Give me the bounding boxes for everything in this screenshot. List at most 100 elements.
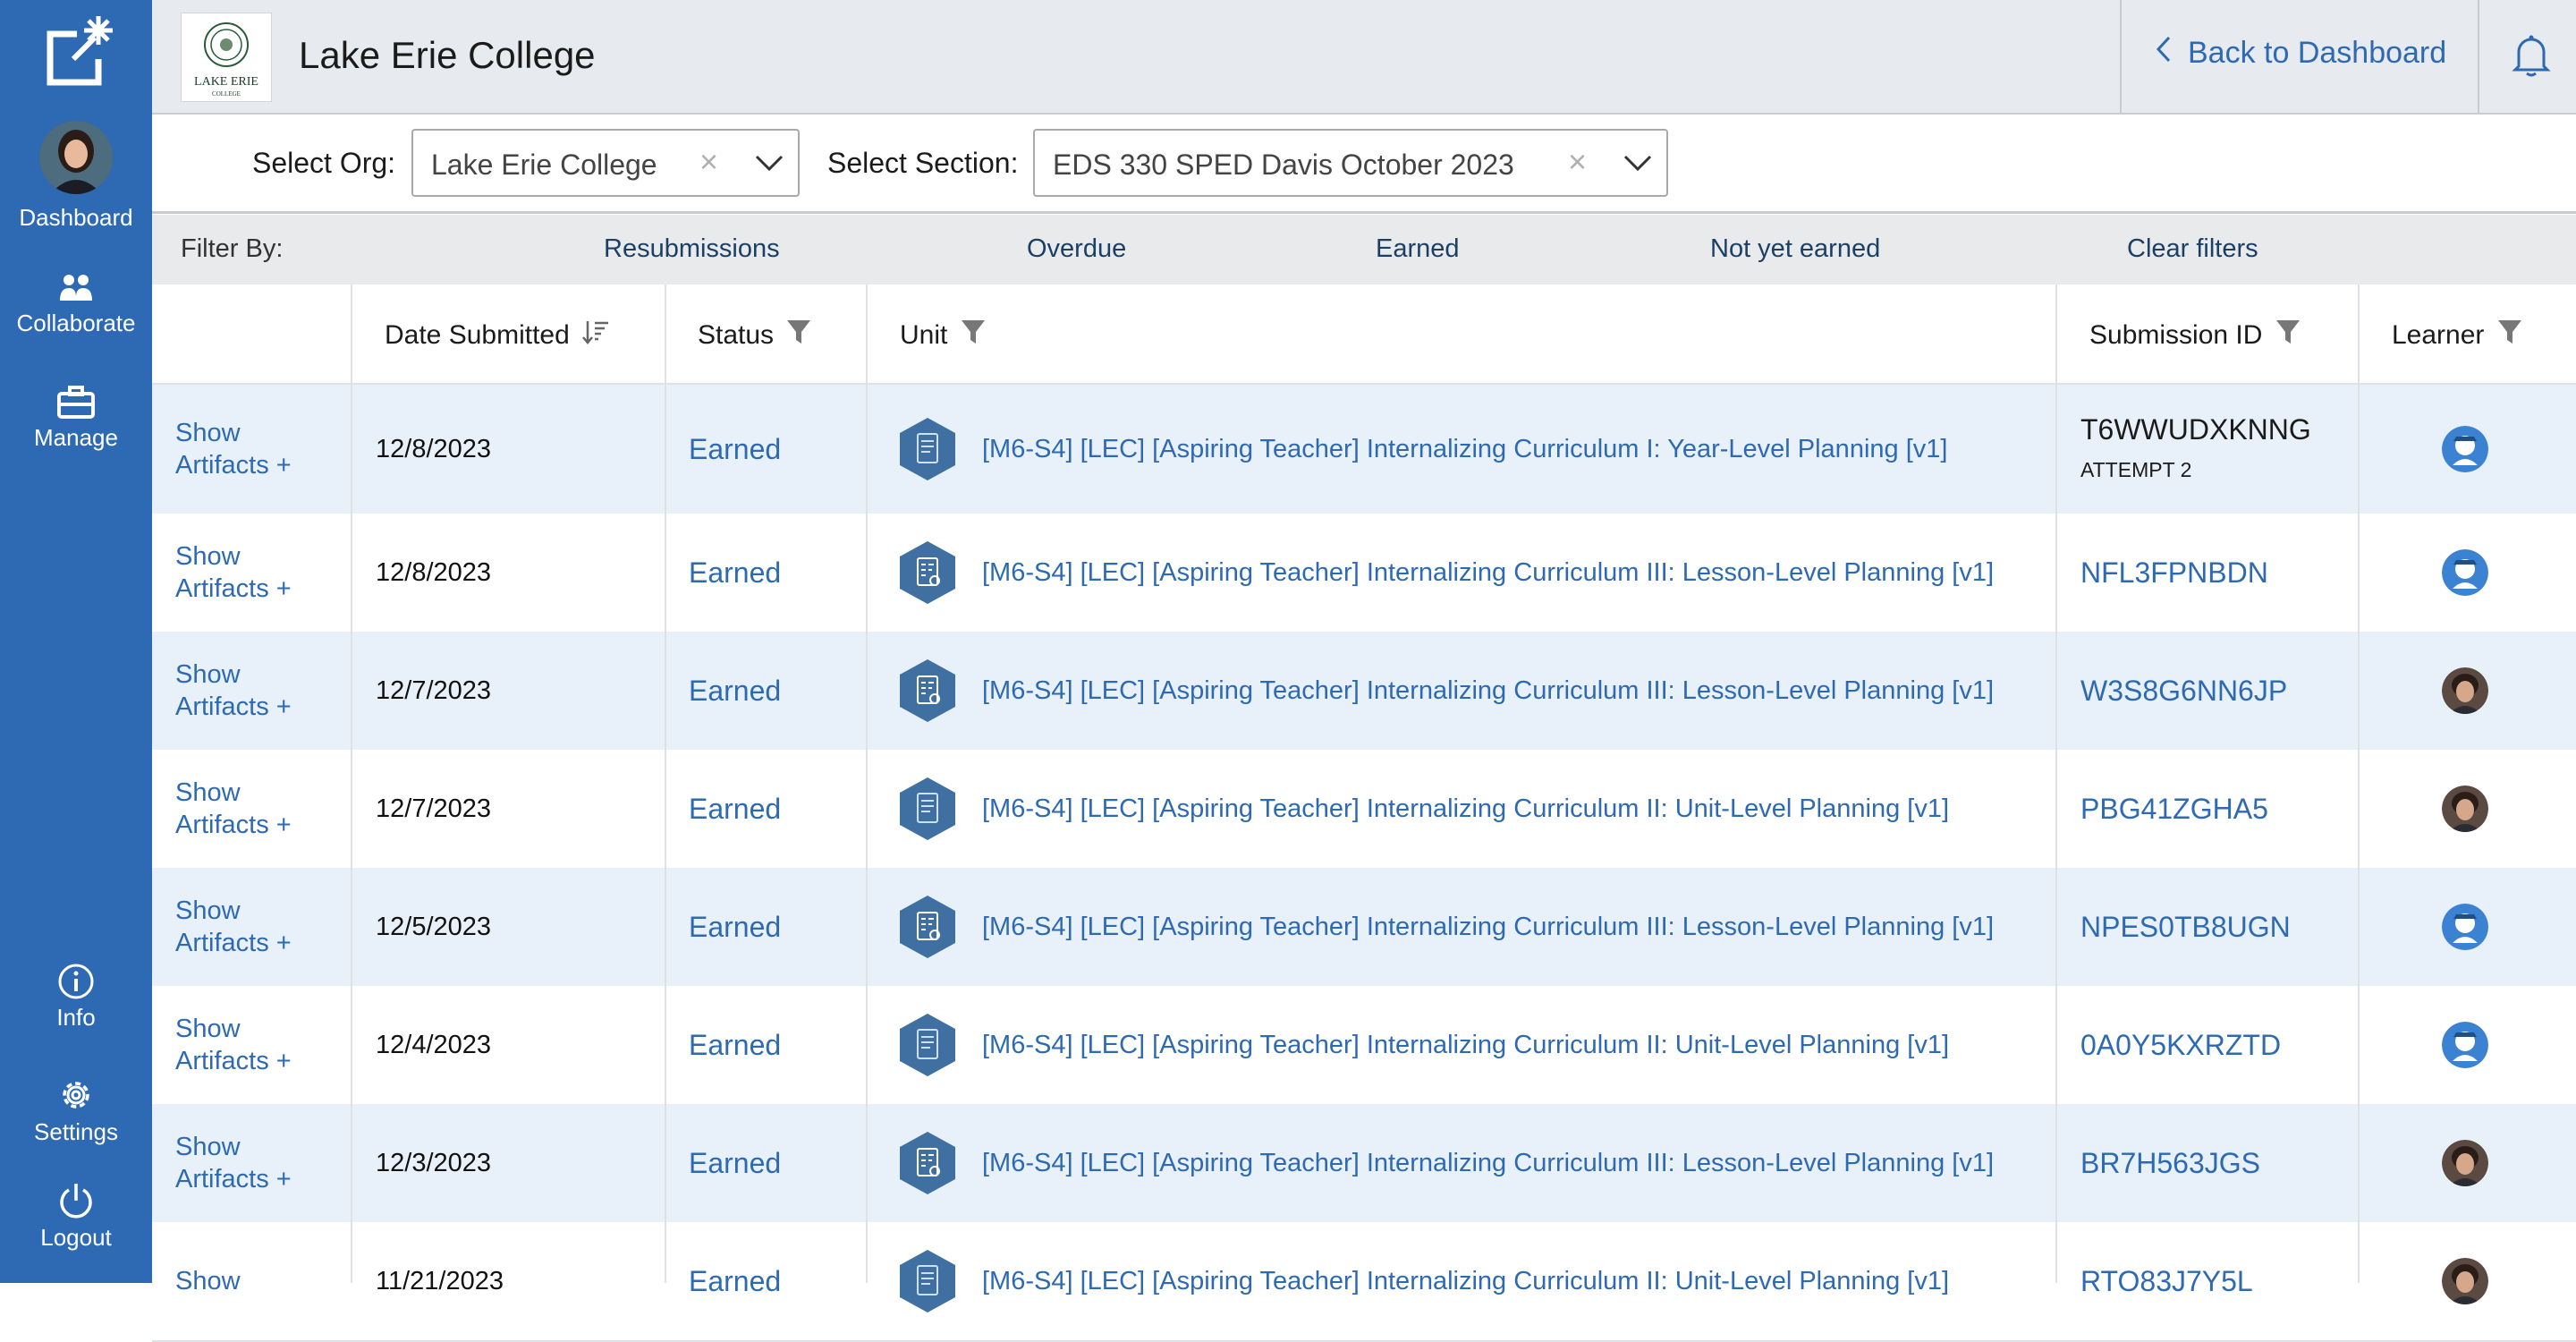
learner-avatar-icon[interactable] <box>2442 549 2488 596</box>
submission-id-link[interactable]: NFL3FPNBDN <box>2080 556 2268 590</box>
select-section-label: Select Section: <box>827 147 1019 179</box>
column-unit[interactable]: Unit <box>900 319 986 351</box>
learner-avatar[interactable] <box>2442 1258 2488 1304</box>
document-icon <box>898 416 957 482</box>
show-artifacts-link[interactable]: Show Artifacts + <box>175 777 318 841</box>
column-submission-id[interactable]: Submission ID <box>2089 319 2301 351</box>
sidebar-item-label: Logout <box>40 1224 112 1251</box>
submission-id-link[interactable]: W3S8G6NN6JP <box>2080 675 2287 708</box>
learner-avatar-icon[interactable] <box>2442 904 2488 950</box>
filter-resubmissions-button[interactable]: Resubmissions <box>604 234 780 264</box>
chevron-down-icon[interactable] <box>1623 154 1652 172</box>
clear-section-icon[interactable]: × <box>1568 143 1587 181</box>
clear-filters-button[interactable]: Clear filters <box>2127 234 2258 264</box>
show-artifacts-link[interactable]: Show Artifacts + <box>175 540 318 605</box>
status-badge: Earned <box>689 793 782 825</box>
sidebar-item-collaborate[interactable]: Collaborate <box>0 270 152 337</box>
filter-funnel-icon[interactable] <box>2275 319 2301 345</box>
filter-funnel-icon[interactable] <box>786 319 811 345</box>
column-divider <box>665 285 666 1283</box>
date-submitted: 12/3/2023 <box>376 1149 492 1177</box>
learner-avatar-icon[interactable] <box>2442 1022 2488 1068</box>
select-section-dropdown[interactable]: EDS 330 SPED Davis October 2023 × <box>1033 129 1668 197</box>
select-org-dropdown[interactable]: Lake Erie College × <box>411 129 800 197</box>
show-artifacts-link[interactable]: Show Artifacts + <box>175 1013 318 1077</box>
filter-earned-button[interactable]: Earned <box>1376 234 1460 264</box>
table-row: Show Artifacts + 12/3/2023 Earned [M6-S4] [… <box>152 1104 2576 1224</box>
column-date-submitted[interactable]: Date Submitted <box>385 319 609 351</box>
show-artifacts-link[interactable]: Show Artifacts + <box>175 1131 318 1195</box>
status-badge: Earned <box>689 911 782 943</box>
unit-link[interactable]: [M6-S4] [LEC] [Aspiring Teacher] Interna… <box>982 913 1994 942</box>
submission-id-link[interactable]: BR7H563JGS <box>2080 1147 2260 1180</box>
lesson-plan-icon <box>898 658 957 724</box>
back-to-dashboard-area: Back to Dashboard <box>2120 0 2479 113</box>
unit-link[interactable]: [M6-S4] [LEC] [Aspiring Teacher] Interna… <box>982 435 1947 464</box>
unit-link[interactable]: [M6-S4] [LEC] [Aspiring Teacher] Interna… <box>982 1149 1994 1178</box>
submission-id-link[interactable]: 0A0Y5KXRZTD <box>2080 1029 2281 1062</box>
submission-id-link[interactable]: PBG41ZGHA5 <box>2080 793 2268 826</box>
table-row: Show Artifacts + 12/8/2023 Earned [M6-S4] [… <box>152 385 2576 515</box>
back-to-dashboard-link[interactable]: Back to Dashboard <box>2156 36 2446 71</box>
show-artifacts-link[interactable]: Show Artifacts + <box>175 658 318 723</box>
date-submitted: 12/5/2023 <box>376 913 492 941</box>
sidebar-item-settings[interactable]: Settings <box>0 1075 152 1146</box>
table-header: Date Submitted Status Unit Submission ID… <box>152 285 2576 385</box>
app-logo-icon[interactable] <box>41 14 123 88</box>
chevron-left-icon <box>2156 36 2171 63</box>
people-icon <box>60 275 92 301</box>
sidebar-item-label: Collaborate <box>16 310 136 336</box>
column-label: Status <box>698 320 775 350</box>
chevron-down-icon[interactable] <box>755 154 784 172</box>
sidebar-item-manage[interactable]: Manage <box>0 385 152 452</box>
document-icon <box>898 1248 957 1314</box>
filter-overdue-button[interactable]: Overdue <box>1027 234 1126 264</box>
sort-desc-icon[interactable] <box>582 319 609 345</box>
unit-link[interactable]: [M6-S4] [LEC] [Aspiring Teacher] Interna… <box>982 676 1994 706</box>
info-icon <box>58 964 94 999</box>
show-artifacts-link[interactable]: Show <box>175 1265 318 1297</box>
select-org-label: Select Org: <box>252 147 396 179</box>
learner-avatar[interactable] <box>2442 667 2488 714</box>
briefcase-icon <box>57 386 95 419</box>
unit-link[interactable]: [M6-S4] [LEC] [Aspiring Teacher] Interna… <box>982 558 1994 588</box>
filter-by-label: Filter By: <box>181 234 284 263</box>
show-artifacts-link[interactable]: Show Artifacts + <box>175 895 318 959</box>
gear-icon <box>63 1082 89 1108</box>
status-badge: Earned <box>689 675 782 707</box>
filter-funnel-icon[interactable] <box>2497 319 2522 345</box>
learner-avatar-icon[interactable] <box>2442 426 2488 472</box>
show-artifacts-link[interactable]: Show Artifacts + <box>175 417 318 481</box>
clear-org-icon[interactable]: × <box>699 143 718 181</box>
status-badge: Earned <box>689 1265 782 1297</box>
column-divider <box>2358 285 2360 1283</box>
sidebar-item-label: Info <box>56 1004 96 1031</box>
select-section-value: EDS 330 SPED Davis October 2023 <box>1053 149 1514 181</box>
sidebar-item-info[interactable]: Info <box>0 963 152 1032</box>
sidebar-item-logout[interactable]: Logout <box>0 1181 152 1252</box>
learner-avatar[interactable] <box>2442 1140 2488 1186</box>
submission-id-link[interactable]: RTO83J7Y5L <box>2080 1265 2253 1298</box>
sidebar: Dashboard Collaborate Manage Info Settin… <box>0 0 152 1283</box>
date-submitted: 12/8/2023 <box>376 558 492 587</box>
unit-link[interactable]: [M6-S4] [LEC] [Aspiring Teacher] Interna… <box>982 1031 1949 1060</box>
lesson-plan-icon <box>898 1130 957 1196</box>
column-divider <box>2055 285 2057 1283</box>
filter-not-yet-earned-button[interactable]: Not yet earned <box>1710 234 1880 264</box>
learner-avatar[interactable] <box>2442 786 2488 832</box>
column-learner[interactable]: Learner <box>2392 319 2522 351</box>
column-status[interactable]: Status <box>698 319 811 351</box>
power-icon <box>60 1184 92 1219</box>
document-icon <box>898 776 957 842</box>
bell-icon[interactable] <box>2512 32 2551 77</box>
sidebar-item-dashboard[interactable]: Dashboard <box>0 204 152 232</box>
submission-id-link[interactable]: NPES0TB8UGN <box>2080 911 2291 944</box>
submission-id-link[interactable]: T6WWUDXKNNG <box>2080 413 2311 446</box>
unit-link[interactable]: [M6-S4] [LEC] [Aspiring Teacher] Interna… <box>982 1267 1949 1296</box>
status-badge: Earned <box>689 1029 782 1061</box>
unit-link[interactable]: [M6-S4] [LEC] [Aspiring Teacher] Interna… <box>982 794 1949 824</box>
filter-funnel-icon[interactable] <box>961 319 986 345</box>
user-avatar[interactable] <box>39 121 113 194</box>
date-submitted: 11/21/2023 <box>376 1267 504 1295</box>
column-label: Unit <box>900 320 948 350</box>
